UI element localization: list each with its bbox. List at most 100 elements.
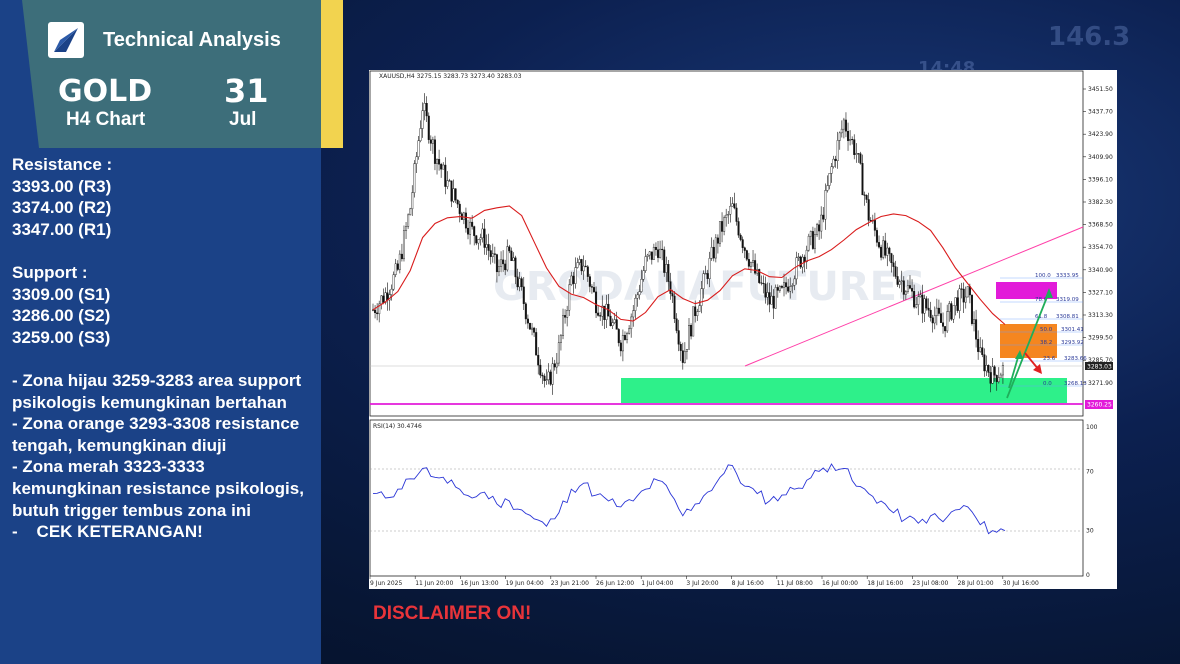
- candle-body: [520, 278, 523, 288]
- candle-body: [884, 240, 887, 256]
- candle-body: [440, 164, 443, 170]
- candle-body: [405, 226, 408, 231]
- candle-body: [991, 366, 994, 384]
- candle-body: [528, 322, 531, 330]
- candle-body: [911, 288, 914, 292]
- rsi-axis: 100 70 30 0: [1086, 424, 1098, 579]
- candle-body: [997, 377, 1000, 382]
- candle-body: [615, 319, 618, 330]
- candle-body: [913, 291, 916, 308]
- candle-body: [749, 262, 752, 267]
- fib-price: 3293.92: [1061, 340, 1084, 346]
- support-s3: 3259.00 (S3): [12, 327, 111, 347]
- background-figure: 146.3: [1048, 22, 1131, 52]
- price-axis: 3451.50 3437.70 3423.90 3409.90 3396.10 3382.…: [1083, 86, 1113, 387]
- fib-ratio: 23.6: [1043, 356, 1056, 362]
- candle-body: [516, 276, 519, 288]
- candle-body: [820, 214, 823, 232]
- candle-body: [659, 248, 662, 258]
- candle-body: [483, 228, 486, 248]
- candle-body: [729, 205, 732, 215]
- candle-body: [766, 292, 769, 298]
- candle-body: [797, 256, 800, 259]
- candle-body: [681, 350, 684, 363]
- candle-body: [539, 364, 542, 376]
- candle-body: [642, 270, 645, 280]
- candle-body: [754, 260, 757, 274]
- resistance-title: Resistance :: [12, 155, 113, 174]
- disclaimer-label: DISCLAIMER ON!: [373, 603, 532, 624]
- candle-body: [464, 212, 467, 229]
- candle-body: [531, 327, 534, 330]
- candle-body: [390, 288, 393, 295]
- brand-title: Technical Analysis: [103, 29, 281, 51]
- candle-body: [937, 307, 940, 314]
- timeframe-label: H4 Chart: [66, 109, 146, 130]
- candle-body: [857, 153, 860, 155]
- candle-body: [646, 254, 649, 257]
- candle-body: [514, 257, 517, 278]
- candle-body: [454, 188, 457, 201]
- candle-body: [592, 287, 595, 293]
- candle-body: [557, 342, 560, 364]
- candle-body: [533, 327, 536, 333]
- candle-body: [704, 273, 707, 275]
- support-zone-green: [621, 378, 1067, 403]
- candle-body: [481, 228, 484, 239]
- candle-body: [921, 294, 924, 314]
- candle-body: [683, 351, 686, 363]
- candle-body: [826, 185, 829, 191]
- candle-body: [694, 306, 697, 317]
- candle-body: [977, 339, 980, 352]
- candle-body: [805, 249, 808, 263]
- time-tick-label: 23 Jul 08:00: [912, 580, 948, 587]
- candle-body: [778, 285, 781, 291]
- candle-body: [716, 237, 719, 244]
- candle-body: [898, 281, 901, 285]
- candle-body: [650, 251, 653, 260]
- candle-body: [712, 246, 715, 259]
- candle-body: [906, 285, 909, 292]
- candle-body: [568, 284, 571, 311]
- candle-body: [834, 158, 837, 161]
- candle-body: [427, 115, 430, 140]
- date-day: 31: [224, 72, 269, 110]
- candle-body: [950, 303, 953, 320]
- candle-body: [407, 214, 410, 227]
- candle-body: [939, 313, 942, 323]
- candle-body: [566, 310, 569, 318]
- candle-body: [803, 256, 806, 263]
- candle-body: [776, 287, 779, 291]
- time-tick-label: 30 Jul 16:00: [1003, 580, 1039, 587]
- candle-body: [673, 295, 676, 319]
- candle-body: [677, 330, 680, 345]
- candle-body: [411, 192, 414, 210]
- candle-body: [518, 278, 521, 288]
- candle-body: [836, 140, 839, 161]
- candle-body: [851, 139, 854, 141]
- candle-body: [721, 221, 724, 232]
- resistance-r1: 3347.00 (R1): [12, 219, 112, 239]
- candle-body: [382, 295, 385, 303]
- fib-price: 3319.09: [1056, 297, 1079, 303]
- candle-body: [576, 262, 579, 268]
- candle-body: [873, 220, 876, 231]
- candle-body: [973, 319, 976, 324]
- candle-body: [559, 335, 562, 343]
- candle-body: [723, 217, 726, 232]
- candle-body: [562, 315, 565, 336]
- candle-body: [739, 234, 742, 240]
- candle-body: [760, 282, 763, 284]
- candle-body: [630, 316, 633, 329]
- candle-body: [948, 303, 951, 312]
- candle-body: [423, 103, 426, 111]
- candle-body: [471, 221, 474, 227]
- candle-body: [890, 253, 893, 264]
- candle-body: [923, 298, 926, 314]
- note-check: - CEK KETERANGAN!: [12, 522, 203, 542]
- candle-body: [611, 322, 614, 326]
- time-tick-label: 11 Jun 20:00: [415, 580, 453, 587]
- candle-body: [700, 288, 703, 306]
- candle-body: [549, 371, 552, 385]
- candle-body: [438, 159, 441, 165]
